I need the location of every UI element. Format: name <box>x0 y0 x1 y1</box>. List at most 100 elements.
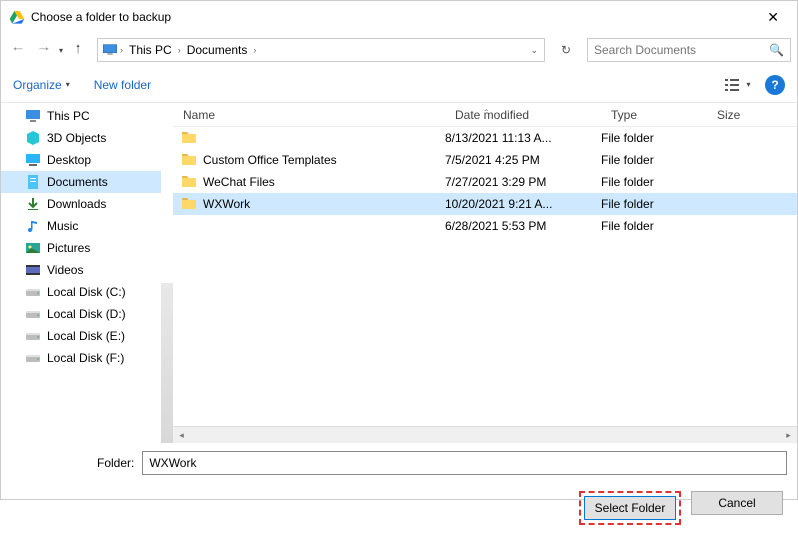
file-name: WeChat Files <box>203 175 275 189</box>
music-icon <box>25 218 41 234</box>
organize-menu[interactable]: Organize▾ <box>13 78 70 92</box>
title-bar: Choose a folder to backup ✕ <box>1 1 797 33</box>
vids-icon <box>25 262 41 278</box>
sidebar-item-videos[interactable]: Videos <box>1 259 161 281</box>
sidebar-item-pictures[interactable]: Pictures <box>1 237 161 259</box>
recent-menu[interactable]: ▾ <box>59 46 63 55</box>
search-box[interactable]: 🔍 <box>587 38 791 62</box>
sidebar-item-label: Desktop <box>47 153 91 167</box>
address-dropdown[interactable]: ⌄ <box>523 45 544 56</box>
disk-icon <box>25 284 41 300</box>
down-icon <box>25 196 41 212</box>
file-type: File folder <box>601 175 707 189</box>
up-button[interactable]: 🠑 <box>67 39 89 61</box>
disk-icon <box>25 306 41 322</box>
address-bar[interactable]: › This PC › Documents › ⌄ <box>97 38 545 62</box>
cancel-button[interactable]: Cancel <box>691 491 783 515</box>
pics-icon <box>25 240 41 256</box>
sidebar-item-label: Local Disk (E:) <box>47 329 125 343</box>
disk-icon <box>25 328 41 344</box>
main-area: This PC 3D Objects Desktop Documents Downloa… <box>1 103 797 443</box>
sidebar-item-label: Music <box>47 219 78 233</box>
desktop-icon <box>25 152 41 168</box>
sidebar-item-local-disk-e-[interactable]: Local Disk (E:) <box>1 325 161 347</box>
sidebar-item-documents[interactable]: Documents <box>1 171 161 193</box>
new-folder-button[interactable]: New folder <box>94 78 151 92</box>
file-date: 6/28/2021 5:53 PM <box>445 219 601 233</box>
sidebar-item-label: Pictures <box>47 241 90 255</box>
scroll-right-icon[interactable]: ▸ <box>780 427 797 443</box>
folder-input[interactable] <box>142 451 787 475</box>
sidebar-item-label: Documents <box>47 175 108 189</box>
sidebar-item-local-disk-c-[interactable]: Local Disk (C:) <box>1 281 161 303</box>
scroll-left-icon[interactable]: ◂ <box>173 427 190 443</box>
disk-icon <box>25 350 41 366</box>
sidebar-item-label: Local Disk (C:) <box>47 285 126 299</box>
folder-icon <box>181 130 197 147</box>
sidebar-item-local-disk-f-[interactable]: Local Disk (F:) <box>1 347 161 369</box>
folder-icon <box>181 174 197 191</box>
file-type: File folder <box>601 131 707 145</box>
table-row[interactable]: 8/13/2021 11:13 A...File folder <box>173 127 797 149</box>
chevron-right-icon[interactable]: › <box>118 45 125 55</box>
toolbar: Organize▾ New folder ▾ ? <box>1 67 797 103</box>
table-row[interactable]: WeChat Files 7/27/2021 3:29 PMFile folder <box>173 171 797 193</box>
highlight-annotation: Select Folder <box>579 491 681 525</box>
column-type[interactable]: Type <box>601 108 707 122</box>
file-type: File folder <box>601 197 707 211</box>
file-type: File folder <box>601 153 707 167</box>
sidebar-item-this-pc[interactable]: This PC <box>1 105 161 127</box>
sidebar-item-label: Videos <box>47 263 83 277</box>
folder-icon <box>181 196 197 213</box>
chevron-right-icon[interactable]: › <box>176 45 183 55</box>
3d-icon <box>25 130 41 146</box>
sidebar-item-desktop[interactable]: Desktop <box>1 149 161 171</box>
file-name: Custom Office Templates <box>203 153 337 167</box>
sidebar-item-label: 3D Objects <box>47 131 106 145</box>
search-input[interactable] <box>594 43 769 57</box>
forward-button[interactable]: 🠒 <box>33 39 55 61</box>
sidebar[interactable]: This PC 3D Objects Desktop Documents Downloa… <box>1 103 161 443</box>
help-button[interactable]: ? <box>765 75 785 95</box>
folder-icon <box>181 152 197 169</box>
sort-indicator-icon: ⌃ <box>483 108 490 117</box>
file-name: WXWork <box>203 197 250 211</box>
column-date[interactable]: Date modified <box>445 108 601 122</box>
horizontal-scrollbar[interactable]: ◂ ▸ <box>173 426 797 443</box>
chevron-right-icon[interactable]: › <box>251 45 258 55</box>
docs-icon <box>25 174 41 190</box>
view-options-button[interactable]: ▾ <box>721 74 755 96</box>
back-button[interactable]: 🠐 <box>7 39 29 61</box>
resizer[interactable] <box>161 283 173 443</box>
sidebar-item-label: Local Disk (D:) <box>47 307 126 321</box>
search-icon[interactable]: 🔍 <box>769 43 784 57</box>
pc-icon <box>25 108 41 124</box>
refresh-button[interactable]: ↻ <box>553 39 579 61</box>
column-headers: ⌃Name Date modified Type Size <box>173 103 797 127</box>
file-date: 7/27/2021 3:29 PM <box>445 175 601 189</box>
file-date: 10/20/2021 9:21 A... <box>445 197 601 211</box>
sidebar-item-3d-objects[interactable]: 3D Objects <box>1 127 161 149</box>
breadcrumb-segment[interactable]: This PC <box>125 39 176 61</box>
file-rows: 8/13/2021 11:13 A...File folderCustom Of… <box>173 127 797 237</box>
column-size[interactable]: Size <box>707 108 797 122</box>
file-date: 8/13/2021 11:13 A... <box>445 131 601 145</box>
window-title: Choose a folder to backup <box>31 10 757 24</box>
table-row[interactable]: 6/28/2021 5:53 PMFile folder <box>173 215 797 237</box>
sidebar-item-label: Downloads <box>47 197 106 211</box>
sidebar-item-music[interactable]: Music <box>1 215 161 237</box>
sidebar-item-label: This PC <box>47 109 90 123</box>
file-type: File folder <box>601 219 707 233</box>
breadcrumb-segment[interactable]: Documents <box>183 39 252 61</box>
folder-label: Folder: <box>97 456 134 470</box>
pc-icon <box>102 43 118 57</box>
sidebar-item-downloads[interactable]: Downloads <box>1 193 161 215</box>
bottom-panel: Folder: Select Folder Cancel <box>1 443 797 535</box>
nav-row: 🠐 🠒 ▾ 🠑 › This PC › Documents › ⌄ ↻ 🔍 <box>1 33 797 67</box>
table-row[interactable]: WXWork 10/20/2021 9:21 A...File folder <box>173 193 797 215</box>
column-name[interactable]: ⌃Name <box>173 108 445 122</box>
file-list-pane: ⌃Name Date modified Type Size 8/13/2021 … <box>173 103 797 443</box>
close-icon[interactable]: ✕ <box>757 5 789 30</box>
sidebar-item-local-disk-d-[interactable]: Local Disk (D:) <box>1 303 161 325</box>
table-row[interactable]: Custom Office Templates7/5/2021 4:25 PMF… <box>173 149 797 171</box>
